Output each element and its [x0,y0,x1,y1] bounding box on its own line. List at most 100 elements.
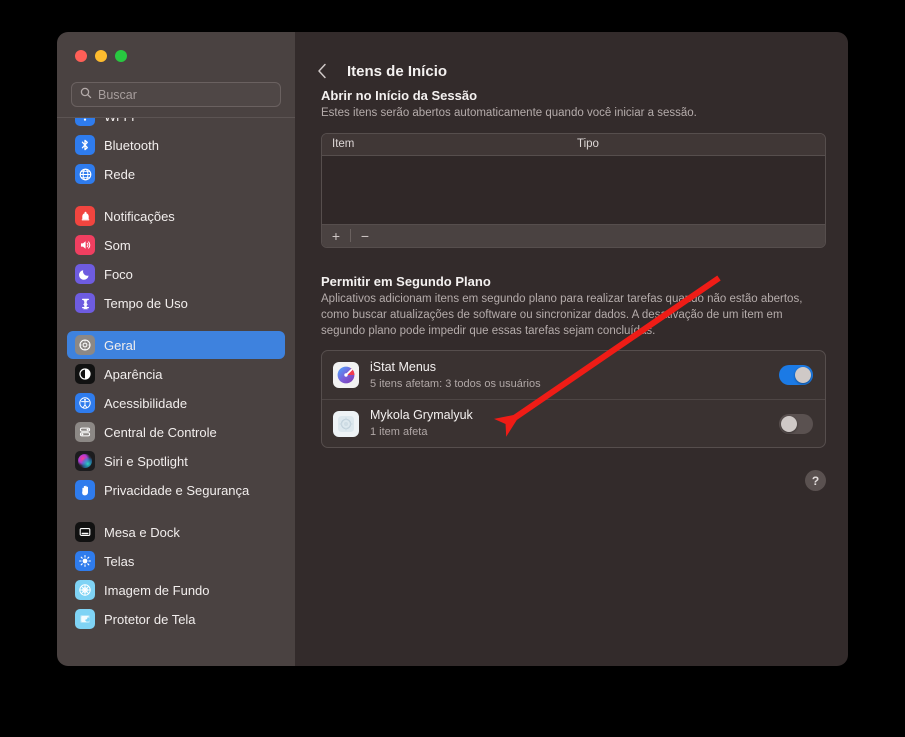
sidebar-search-container [57,76,295,117]
table-body-empty[interactable] [322,155,825,224]
zoom-window-button[interactable] [115,50,127,62]
sidebar-group-preferences: Geral Aparência Acessibilidade Central d… [67,331,285,504]
sidebar-item-label: Som [104,237,131,253]
app-info: Mykola Grymalyuk 1 item afeta [370,408,768,439]
generic-app-icon [333,410,359,437]
general-gear-icon [75,335,95,355]
sidebar-item-label: Imagem de Fundo [104,582,210,598]
login-items-section: Abrir no Início da Sessão Estes itens se… [321,88,826,248]
app-name: Mykola Grymalyuk [370,408,473,423]
sidebar-group-desktop: Mesa e Dock Telas Imagem de Fundo Protet… [67,518,285,633]
table-header-row: Item Tipo [322,133,825,156]
wifi-icon [75,118,95,126]
focus-moon-icon [75,264,95,284]
section-description: Estes itens serão abertos automaticament… [321,107,697,119]
sidebar-list[interactable]: Wi-Fi Bluetooth [57,118,295,666]
sidebar-item-wallpaper[interactable]: Imagem de Fundo [67,576,285,604]
sidebar-item-label: Telas [104,553,135,569]
sidebar-item-label: Mesa e Dock [104,524,180,540]
network-globe-icon [75,164,95,184]
search-input[interactable] [98,87,272,102]
list-item[interactable]: iStat Menus 5 itens afetam: 3 todos os u… [322,351,825,399]
background-items-section: Permitir em Segundo Plano Aplicativos ad… [321,274,826,449]
sidebar-item-label: Foco [104,266,133,282]
sidebar-item-label: Privacidade e Segurança [104,482,250,498]
sidebar-item-focus[interactable]: Foco [67,260,285,288]
sidebar-item-screen-time[interactable]: Tempo de Uso [67,289,285,317]
appearance-contrast-icon [75,364,95,384]
chevron-left-icon[interactable] [311,60,333,82]
page-title: Itens de Início [347,62,448,80]
sidebar: Wi-Fi Bluetooth [57,32,295,666]
sidebar-item-label: Protetor de Tela [104,611,196,627]
help-button[interactable]: ? [805,470,826,492]
app-subtitle: 5 itens afetam: 3 todos os usuários [370,377,541,390]
privacy-hand-icon [75,480,95,500]
add-login-item-button[interactable]: + [322,224,350,247]
toggle-knob [781,415,797,432]
sidebar-item-wifi[interactable]: Wi-Fi [67,118,285,130]
help-row: ? [321,470,826,492]
sidebar-item-label: Geral [104,337,136,353]
sidebar-item-notifications[interactable]: Notificações [67,202,285,230]
section-heading: Abrir no Início da Sessão [321,88,478,103]
list-item[interactable]: Mykola Grymalyuk 1 item afeta [322,399,825,447]
background-toggle-istat-menus[interactable] [779,365,813,386]
traffic-lights [57,32,295,76]
app-name: iStat Menus [370,359,437,374]
sidebar-item-label: Rede [104,166,136,182]
app-subtitle: 1 item afeta [370,426,428,439]
accessibility-icon [75,393,95,413]
bluetooth-icon [75,135,95,155]
sidebar-item-general[interactable]: Geral [67,331,285,359]
background-apps-list: iStat Menus 5 itens afetam: 3 todos os u… [321,350,826,449]
desktop-dock-icon [75,522,95,542]
sidebar-item-accessibility[interactable]: Acessibilidade [67,389,285,417]
content-header: Itens de Início [295,32,848,88]
content-body: Abrir no Início da Sessão Estes itens se… [295,88,848,492]
siri-icon [75,451,95,471]
background-toggle-mykola-grymalyuk[interactable] [779,413,813,434]
sidebar-item-displays[interactable]: Telas [67,547,285,575]
sound-speaker-icon [75,235,95,255]
sidebar-item-label: Wi-Fi [104,118,134,124]
wallpaper-icon [75,580,95,600]
screensaver-icon [75,609,95,629]
sidebar-item-label: Bluetooth [104,137,159,153]
notifications-bell-icon [75,206,95,226]
sidebar-item-privacy-security[interactable]: Privacidade e Segurança [67,476,285,504]
system-settings-window: Wi-Fi Bluetooth [57,32,848,666]
istat-menus-gauge-icon [333,362,359,389]
sidebar-item-network[interactable]: Rede [67,160,285,188]
sidebar-item-desktop-dock[interactable]: Mesa e Dock [67,518,285,546]
section-description: Aplicativos adicionam itens em segundo p… [321,292,803,337]
table-footer-toolbar: + − [322,223,825,247]
sidebar-item-control-center[interactable]: Central de Controle [67,418,285,446]
close-window-button[interactable] [75,50,87,62]
sidebar-item-siri-spotlight[interactable]: Siri e Spotlight [67,447,285,475]
sidebar-item-bluetooth[interactable]: Bluetooth [67,131,285,159]
sidebar-item-label: Tempo de Uso [104,295,188,311]
column-header-item: Item [332,138,355,151]
section-heading: Permitir em Segundo Plano [321,273,491,289]
sidebar-item-sound[interactable]: Som [67,231,285,259]
sidebar-item-label: Acessibilidade [104,395,188,411]
sidebar-item-screensaver[interactable]: Protetor de Tela [67,605,285,633]
app-info: iStat Menus 5 itens afetam: 3 todos os u… [370,360,768,391]
sidebar-item-label: Central de Controle [104,424,217,440]
toggle-knob [795,367,811,384]
sidebar-item-label: Siri e Spotlight [104,453,188,469]
sidebar-item-label: Notificações [104,208,175,224]
sidebar-group-system: Notificações Som Foco Tempo de Uso [67,202,285,317]
control-center-icon [75,422,95,442]
displays-brightness-icon [75,551,95,571]
column-header-type: Tipo [577,138,599,151]
remove-login-item-button[interactable]: − [351,224,379,247]
search-field[interactable] [71,82,281,107]
search-icon [80,86,92,104]
sidebar-item-appearance[interactable]: Aparência [67,360,285,388]
minimize-window-button[interactable] [95,50,107,62]
